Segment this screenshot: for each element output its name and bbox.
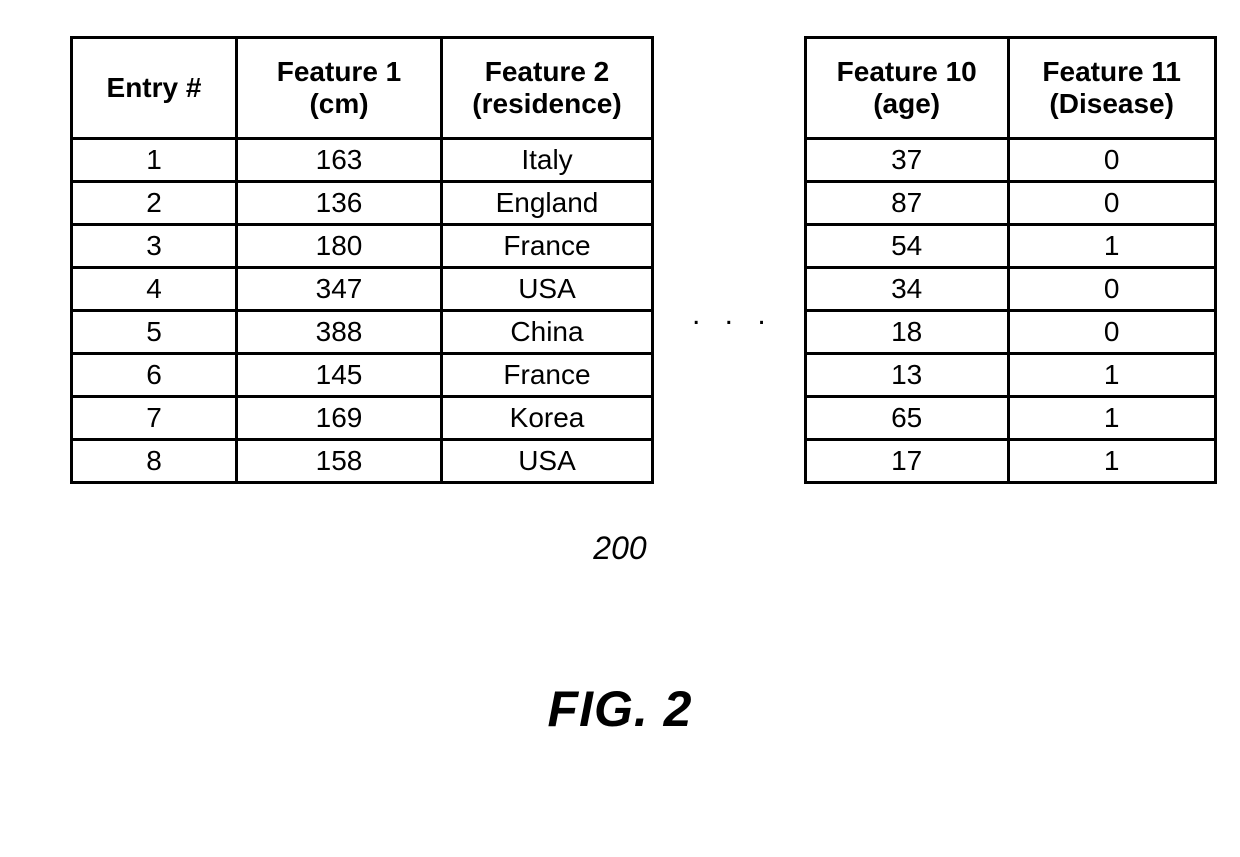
cell-feature10: 87 <box>805 182 1008 225</box>
table-row: 1 163 Italy <box>72 139 653 182</box>
table-row: 6 145 France <box>72 354 653 397</box>
cell-feature1: 158 <box>237 440 442 483</box>
cell-feature10: 34 <box>805 268 1008 311</box>
cell-entry: 3 <box>72 225 237 268</box>
cell-feature2: Korea <box>442 397 653 440</box>
table-row: 2 136 England <box>72 182 653 225</box>
cell-feature11: 0 <box>1008 311 1215 354</box>
table-row: 37 0 <box>805 139 1215 182</box>
cell-feature11: 0 <box>1008 139 1215 182</box>
cell-feature2: China <box>442 311 653 354</box>
table-row: 34 0 <box>805 268 1215 311</box>
cell-feature11: 1 <box>1008 440 1215 483</box>
cell-feature11: 1 <box>1008 354 1215 397</box>
table-row: 7 169 Korea <box>72 397 653 440</box>
cell-feature10: 54 <box>805 225 1008 268</box>
cell-entry: 2 <box>72 182 237 225</box>
cell-feature11: 1 <box>1008 225 1215 268</box>
cell-feature1: 136 <box>237 182 442 225</box>
reference-number: 200 <box>0 530 1240 567</box>
col-feature1-header: Feature 1(cm) <box>237 38 442 139</box>
table-row: 17 1 <box>805 440 1215 483</box>
cell-entry: 1 <box>72 139 237 182</box>
table-row: 4 347 USA <box>72 268 653 311</box>
cell-feature11: 1 <box>1008 397 1215 440</box>
table-row: 54 1 <box>805 225 1215 268</box>
cell-feature2: USA <box>442 440 653 483</box>
cell-entry: 6 <box>72 354 237 397</box>
cell-feature10: 17 <box>805 440 1008 483</box>
cell-feature11: 0 <box>1008 182 1215 225</box>
figure-page: Entry # Feature 1(cm) Feature 2(residenc… <box>0 0 1240 857</box>
ellipsis-indicator: . . . <box>692 188 774 332</box>
table-row: 18 0 <box>805 311 1215 354</box>
cell-entry: 7 <box>72 397 237 440</box>
table-row: 87 0 <box>805 182 1215 225</box>
table-row: 5 388 China <box>72 311 653 354</box>
table-header-row: Entry # Feature 1(cm) Feature 2(residenc… <box>72 38 653 139</box>
col-feature10-header: Feature 10(age) <box>805 38 1008 139</box>
cell-entry: 5 <box>72 311 237 354</box>
col-entry-header: Entry # <box>72 38 237 139</box>
col-feature11-header: Feature 11(Disease) <box>1008 38 1215 139</box>
cell-feature10: 18 <box>805 311 1008 354</box>
cell-feature2: USA <box>442 268 653 311</box>
table-header-row: Feature 10(age) Feature 11(Disease) <box>805 38 1215 139</box>
right-table: Feature 10(age) Feature 11(Disease) 37 0… <box>804 36 1217 484</box>
cell-feature1: 169 <box>237 397 442 440</box>
cell-feature2: Italy <box>442 139 653 182</box>
cell-entry: 4 <box>72 268 237 311</box>
table-row: 3 180 France <box>72 225 653 268</box>
table-row: 65 1 <box>805 397 1215 440</box>
cell-feature2: France <box>442 225 653 268</box>
cell-feature1: 163 <box>237 139 442 182</box>
cell-feature1: 180 <box>237 225 442 268</box>
left-table: Entry # Feature 1(cm) Feature 2(residenc… <box>70 36 654 484</box>
cell-feature2: France <box>442 354 653 397</box>
col-feature2-header: Feature 2(residence) <box>442 38 653 139</box>
cell-feature2: England <box>442 182 653 225</box>
table-row: 8 158 USA <box>72 440 653 483</box>
cell-entry: 8 <box>72 440 237 483</box>
cell-feature1: 145 <box>237 354 442 397</box>
cell-feature11: 0 <box>1008 268 1215 311</box>
cell-feature1: 388 <box>237 311 442 354</box>
figure-caption: FIG. 2 <box>0 680 1240 738</box>
cell-feature10: 65 <box>805 397 1008 440</box>
cell-feature10: 13 <box>805 354 1008 397</box>
tables-container: Entry # Feature 1(cm) Feature 2(residenc… <box>70 36 1217 484</box>
cell-feature10: 37 <box>805 139 1008 182</box>
table-row: 13 1 <box>805 354 1215 397</box>
cell-feature1: 347 <box>237 268 442 311</box>
